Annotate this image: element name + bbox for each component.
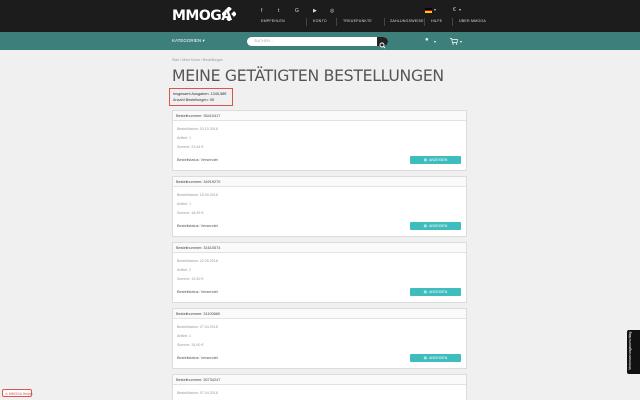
- order-items: Artikel: 1: [177, 136, 191, 140]
- order-date: Bestelldatum: 15.09.2018: [177, 193, 218, 197]
- order-number: Bestellnummer: 31610574: [173, 243, 466, 253]
- nav-hilfe[interactable]: Hilfe: [431, 19, 442, 23]
- order-status: Bestellstatus: Versendet: [177, 290, 218, 294]
- order-date: Bestelldatum: 07.04.2018: [177, 391, 218, 395]
- currency-selector[interactable]: €: [453, 7, 456, 13]
- order-number: Bestellnummer: 31100660: [173, 309, 466, 319]
- order-items: Artikel: 1: [177, 334, 191, 338]
- document-icon: ▤: [423, 158, 428, 162]
- google-plus-icon[interactable]: G: [295, 8, 299, 14]
- chevron-down-icon: ▾: [434, 39, 437, 44]
- show-order-button[interactable]: ▤ Anzeigen: [410, 156, 461, 164]
- show-order-button[interactable]: ▤ Anzeigen: [410, 354, 461, 362]
- order-card: Bestellnummer: 34919270 Bestelldatum: 15…: [172, 176, 467, 237]
- chevron-down-icon: ▾: [459, 7, 462, 12]
- order-summary: Insgesamt Ausgaben: 1345,58€ Anzahl Best…: [169, 88, 233, 106]
- order-sum: Summe: 13,90 €: [177, 277, 204, 281]
- show-order-button[interactable]: ▤ Anzeigen: [410, 222, 461, 230]
- order-date: Bestelldatum: 03.10.2018: [177, 127, 218, 131]
- order-number: Bestellnummer: 35410417: [173, 111, 466, 121]
- helper-badge[interactable]: ⊙ MMOGA Helper: [2, 389, 33, 397]
- document-icon: ▤: [423, 224, 428, 228]
- order-sum: Summe: 23,44 €: [177, 145, 204, 149]
- order-status: Bestellstatus: Versendet: [177, 224, 218, 228]
- chevron-down-icon: ▾: [460, 39, 463, 44]
- order-items: Artikel: 2: [177, 268, 191, 272]
- youtube-icon[interactable]: ▶: [313, 8, 317, 14]
- show-order-button[interactable]: ▤ Anzeigen: [410, 288, 461, 296]
- document-icon: ▤: [423, 290, 428, 294]
- categories-menu[interactable]: Kategorien ▾: [172, 38, 205, 44]
- order-card: Bestellnummer: 31100660 Bestelldatum: 27…: [172, 308, 467, 369]
- nav-ueber-mmoga[interactable]: Über MMOGA: [459, 19, 486, 23]
- order-items: Artikel: 1: [177, 202, 191, 206]
- search-button[interactable]: [377, 37, 388, 49]
- document-icon: ▤: [423, 356, 428, 360]
- search-icon: [379, 42, 386, 49]
- nav-empfehlen[interactable]: Empfehlen: [261, 19, 285, 23]
- top-bar: MMOGA f t G ▶ ◎ Empfehlen Konto Treuepun…: [0, 0, 640, 32]
- breadcrumb[interactable]: Start / Mein Konto / Bestellungen: [172, 58, 223, 62]
- facebook-icon[interactable]: f: [261, 8, 262, 14]
- logo-diamond-icon: [222, 7, 236, 21]
- nav-treuepunkte[interactable]: Treuepunkte: [343, 19, 372, 23]
- feedback-label: Verbesserungsvorschlag: [628, 331, 632, 370]
- chevron-down-icon: ▾: [434, 7, 437, 12]
- total-spent: Insgesamt Ausgaben: 1345,58€: [173, 92, 227, 96]
- order-sum: Summe: 16,99 €: [177, 211, 204, 215]
- order-status: Bestellstatus: Versendet: [177, 356, 218, 360]
- chevron-down-icon: ▾: [202, 38, 205, 43]
- order-card: Bestellnummer: 31610574 Bestelldatum: 22…: [172, 242, 467, 303]
- total-orders: Anzahl Bestellungen: 95: [173, 97, 214, 102]
- feedback-tab[interactable]: Verbesserungsvorschlag: [627, 330, 640, 374]
- order-card: Bestellnummer: 35410417 Bestelldatum: 03…: [172, 110, 467, 171]
- order-status: Bestellstatus: Versendet: [177, 158, 218, 162]
- page-title: Meine getätigten Bestellungen: [172, 66, 444, 85]
- cart-icon[interactable]: [450, 38, 458, 45]
- user-icon[interactable]: ●: [425, 37, 429, 43]
- order-date: Bestelldatum: 22.05.2018: [177, 259, 218, 263]
- order-date: Bestelldatum: 27.04.2018: [177, 325, 218, 329]
- nav-konto[interactable]: Konto: [313, 19, 327, 23]
- nav-zahlungsweise[interactable]: Zahlungsweise: [390, 19, 424, 23]
- twitter-icon[interactable]: t: [278, 8, 279, 14]
- order-card: Bestellnummer: 30734247 Bestelldatum: 07…: [172, 374, 467, 400]
- instagram-icon[interactable]: ◎: [330, 8, 334, 14]
- language-flag-icon[interactable]: [425, 8, 432, 13]
- helper-icon: ⊙: [5, 391, 8, 396]
- order-number: Bestellnummer: 34919270: [173, 177, 466, 187]
- order-sum: Summe: 34,90 €: [177, 343, 204, 347]
- order-number: Bestellnummer: 30734247: [173, 375, 466, 385]
- search-input[interactable]: Suchen ...: [247, 37, 388, 49]
